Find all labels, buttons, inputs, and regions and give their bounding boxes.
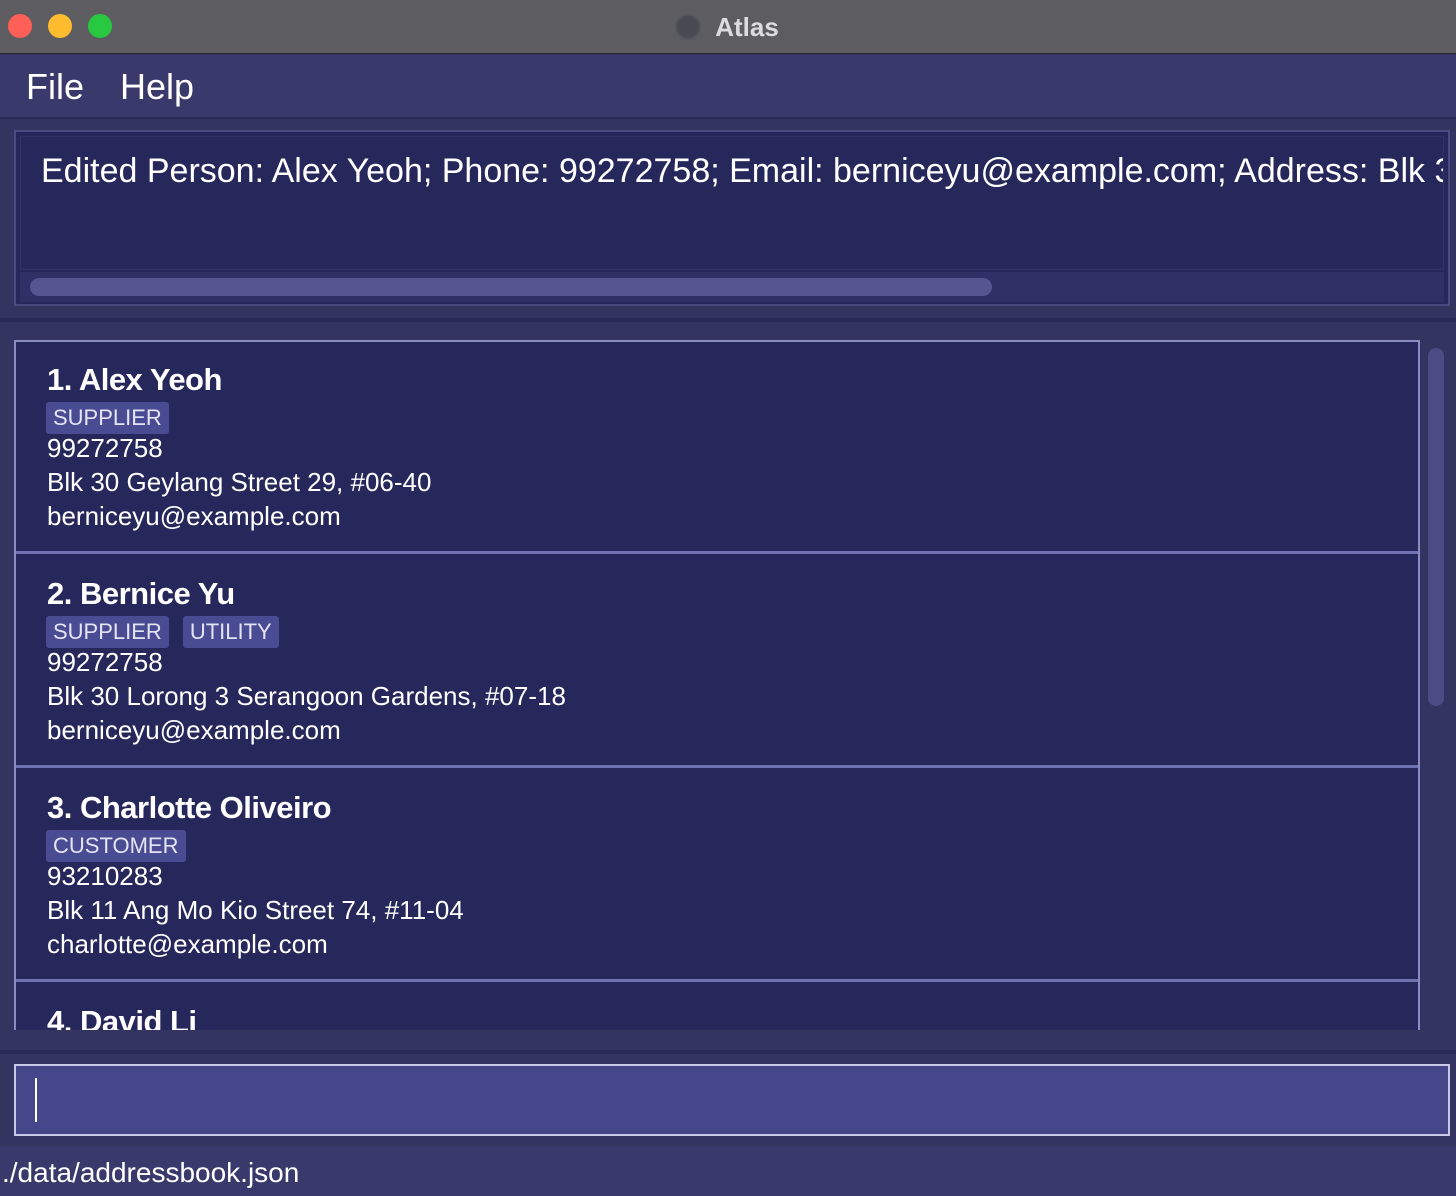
person-card[interactable]: 4. David Li bbox=[16, 984, 1418, 1030]
person-phone: 93210283 bbox=[47, 861, 163, 891]
person-tags: SUPPLIER UTILITY bbox=[46, 616, 279, 648]
menu-bar: File Help bbox=[0, 55, 1456, 119]
person-name: 4. David Li bbox=[47, 1004, 197, 1030]
section-divider bbox=[0, 318, 1456, 322]
result-message: Edited Person: Alex Yeoh; Phone: 9927275… bbox=[41, 152, 1443, 190]
tag-badge: SUPPLIER bbox=[46, 402, 169, 434]
person-tags: SUPPLIER bbox=[46, 402, 169, 434]
window-title-group: Atlas bbox=[0, 0, 1456, 54]
title-bar: Atlas bbox=[0, 0, 1456, 54]
person-email: charlotte@example.com bbox=[47, 929, 328, 959]
result-display: Edited Person: Alex Yeoh; Phone: 9927275… bbox=[14, 130, 1450, 306]
person-name: 3. Charlotte Oliveiro bbox=[47, 790, 332, 825]
person-list-scrollbar[interactable] bbox=[1428, 348, 1444, 706]
person-card[interactable]: 2. Bernice Yu SUPPLIER UTILITY 99272758 … bbox=[16, 556, 1418, 768]
person-tags: CUSTOMER bbox=[46, 830, 186, 862]
person-card[interactable]: 3. Charlotte Oliveiro CUSTOMER 93210283 … bbox=[16, 770, 1418, 982]
person-phone: 99272758 bbox=[47, 433, 163, 463]
person-card[interactable]: 1. Alex Yeoh SUPPLIER 99272758 Blk 30 Ge… bbox=[16, 342, 1418, 554]
person-address: Blk 11 Ang Mo Kio Street 74, #11-04 bbox=[47, 895, 464, 925]
tag-badge: SUPPLIER bbox=[46, 616, 169, 648]
command-input[interactable] bbox=[14, 1064, 1450, 1136]
person-phone: 99272758 bbox=[47, 647, 163, 677]
result-horizontal-scrollbar[interactable] bbox=[20, 272, 1444, 302]
window-title: Atlas bbox=[715, 11, 779, 42]
help-menu[interactable]: Help bbox=[120, 65, 194, 109]
section-divider bbox=[0, 1050, 1456, 1054]
tag-badge: CUSTOMER bbox=[46, 830, 186, 862]
tag-badge: UTILITY bbox=[182, 616, 279, 648]
data-file-path: ./data/addressbook.json bbox=[2, 1157, 300, 1188]
text-caret bbox=[35, 1078, 37, 1122]
result-text-area[interactable]: Edited Person: Alex Yeoh; Phone: 9927275… bbox=[20, 136, 1444, 270]
result-scrollbar-thumb[interactable] bbox=[30, 278, 992, 296]
globe-icon bbox=[675, 14, 702, 40]
person-address: Blk 30 Lorong 3 Serangoon Gardens, #07-1… bbox=[47, 681, 566, 711]
person-address: Blk 30 Geylang Street 29, #06-40 bbox=[47, 467, 432, 497]
person-name: 2. Bernice Yu bbox=[47, 576, 235, 611]
person-list[interactable]: 1. Alex Yeoh SUPPLIER 99272758 Blk 30 Ge… bbox=[14, 340, 1420, 1030]
status-bar: ./data/addressbook.json bbox=[0, 1146, 1456, 1196]
person-name: 1. Alex Yeoh bbox=[47, 362, 222, 397]
file-menu[interactable]: File bbox=[26, 65, 84, 109]
person-email: berniceyu@example.com bbox=[47, 715, 341, 745]
person-email: berniceyu@example.com bbox=[47, 501, 341, 531]
